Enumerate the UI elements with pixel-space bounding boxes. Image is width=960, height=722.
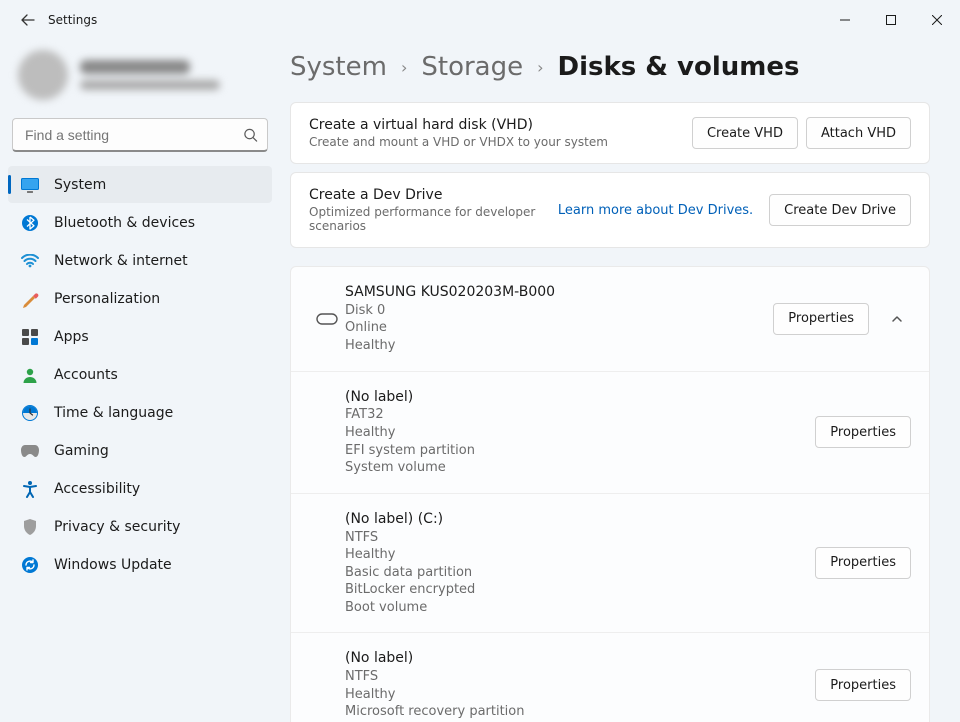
sidebar-item-label: Windows Update (54, 557, 172, 573)
vhd-card: Create a virtual hard disk (VHD) Create … (290, 102, 930, 164)
disk-name: SAMSUNG KUS020203M-B000 (345, 283, 773, 302)
main: System › Storage › Disks & volumes Creat… (280, 40, 960, 722)
sidebar-item-label: Time & language (54, 405, 173, 421)
volume-properties-button[interactable]: Properties (815, 669, 911, 701)
breadcrumb: System › Storage › Disks & volumes (290, 52, 930, 82)
attach-vhd-button[interactable]: Attach VHD (806, 117, 911, 149)
create-devdrive-button[interactable]: Create Dev Drive (769, 194, 911, 226)
volume-health: Healthy (345, 546, 815, 564)
volume-fs: NTFS (345, 529, 815, 547)
sidebar-item-privacy[interactable]: Privacy & security (8, 508, 272, 545)
volume-type: Basic data partition (345, 564, 815, 582)
accessibility-icon (20, 479, 40, 499)
sidebar-item-gaming[interactable]: Gaming (8, 432, 272, 469)
vhd-card-title: Create a virtual hard disk (VHD) (309, 117, 692, 133)
disk-health: Healthy (345, 337, 773, 355)
sidebar-item-label: Accounts (54, 367, 118, 383)
collapse-button[interactable] (883, 305, 911, 333)
gaming-icon (20, 441, 40, 461)
sidebar-item-time[interactable]: Time & language (8, 394, 272, 431)
avatar (18, 50, 68, 100)
sidebar-item-update[interactable]: Windows Update (8, 546, 272, 583)
chevron-up-icon (890, 312, 904, 326)
sidebar-item-system[interactable]: System (8, 166, 272, 203)
volume-title: (No label) (345, 388, 815, 407)
volume-properties-button[interactable]: Properties (815, 416, 911, 448)
close-icon (932, 15, 942, 25)
sidebar-item-label: Accessibility (54, 481, 140, 497)
disk-status: Online (345, 319, 773, 337)
sidebar-item-label: Network & internet (54, 253, 188, 269)
volume-title: (No label) (C:) (345, 510, 815, 529)
volume-type: Microsoft recovery partition (345, 703, 815, 721)
disk-number: Disk 0 (345, 302, 773, 320)
accounts-icon (20, 365, 40, 385)
volume-fs: NTFS (345, 668, 815, 686)
sidebar-item-label: System (54, 177, 106, 193)
volume-role: Boot volume (345, 599, 815, 617)
minimize-button[interactable] (822, 4, 868, 36)
disk-properties-button[interactable]: Properties (773, 303, 869, 335)
volume-health: Healthy (345, 424, 815, 442)
sidebar-item-accounts[interactable]: Accounts (8, 356, 272, 393)
search-wrap (12, 118, 268, 152)
volume-row[interactable]: (No label) NTFS Healthy Microsoft recove… (291, 633, 929, 722)
maximize-button[interactable] (868, 4, 914, 36)
create-vhd-button[interactable]: Create VHD (692, 117, 798, 149)
volume-row[interactable]: (No label) FAT32 Healthy EFI system part… (291, 372, 929, 494)
devdrive-card-title: Create a Dev Drive (309, 187, 558, 203)
disk-icon (309, 313, 345, 325)
sidebar-item-label: Personalization (54, 291, 160, 307)
volume-role: System volume (345, 459, 815, 477)
sidebar-item-personalization[interactable]: Personalization (8, 280, 272, 317)
apps-icon (20, 327, 40, 347)
bluetooth-icon (20, 213, 40, 233)
sidebar-item-accessibility[interactable]: Accessibility (8, 470, 272, 507)
profile[interactable] (8, 44, 272, 114)
sidebar: System Bluetooth & devices Network & int… (0, 40, 280, 722)
volume-encryption: BitLocker encrypted (345, 581, 815, 599)
chevron-right-icon: › (401, 58, 407, 77)
breadcrumb-storage[interactable]: Storage (421, 52, 523, 82)
personalization-icon (20, 289, 40, 309)
system-icon (20, 175, 40, 195)
search-input[interactable] (12, 118, 268, 152)
search-icon (243, 128, 258, 143)
sidebar-item-label: Bluetooth & devices (54, 215, 195, 231)
sidebar-item-label: Privacy & security (54, 519, 180, 535)
time-icon (20, 403, 40, 423)
devdrive-card: Create a Dev Drive Optimized performance… (290, 172, 930, 248)
volume-health: Healthy (345, 686, 815, 704)
sidebar-item-network[interactable]: Network & internet (8, 242, 272, 279)
volume-row[interactable]: (No label) (C:) NTFS Healthy Basic data … (291, 494, 929, 634)
volume-fs: FAT32 (345, 406, 815, 424)
profile-text (80, 60, 220, 90)
back-button[interactable] (12, 4, 44, 36)
titlebar: Settings (0, 0, 960, 40)
disk-row[interactable]: SAMSUNG KUS020203M-B000 Disk 0 Online He… (291, 267, 929, 372)
disk-group: SAMSUNG KUS020203M-B000 Disk 0 Online He… (290, 266, 930, 722)
app-title: Settings (48, 13, 97, 27)
breadcrumb-current: Disks & volumes (558, 52, 800, 82)
devdrive-learn-link[interactable]: Learn more about Dev Drives. (558, 203, 753, 218)
sidebar-item-label: Gaming (54, 443, 109, 459)
volume-type: EFI system partition (345, 442, 815, 460)
vhd-card-desc: Create and mount a VHD or VHDX to your s… (309, 135, 692, 149)
chevron-right-icon: › (537, 58, 543, 77)
wifi-icon (20, 251, 40, 271)
maximize-icon (886, 15, 896, 25)
nav: System Bluetooth & devices Network & int… (8, 166, 272, 583)
volume-title: (No label) (345, 649, 815, 668)
update-icon (20, 555, 40, 575)
arrow-left-icon (20, 12, 36, 28)
sidebar-item-apps[interactable]: Apps (8, 318, 272, 355)
sidebar-item-bluetooth[interactable]: Bluetooth & devices (8, 204, 272, 241)
close-button[interactable] (914, 4, 960, 36)
breadcrumb-system[interactable]: System (290, 52, 387, 82)
sidebar-item-label: Apps (54, 329, 89, 345)
devdrive-card-desc: Optimized performance for developer scen… (309, 205, 558, 233)
shield-icon (20, 517, 40, 537)
volume-properties-button[interactable]: Properties (815, 547, 911, 579)
minimize-icon (840, 15, 850, 25)
